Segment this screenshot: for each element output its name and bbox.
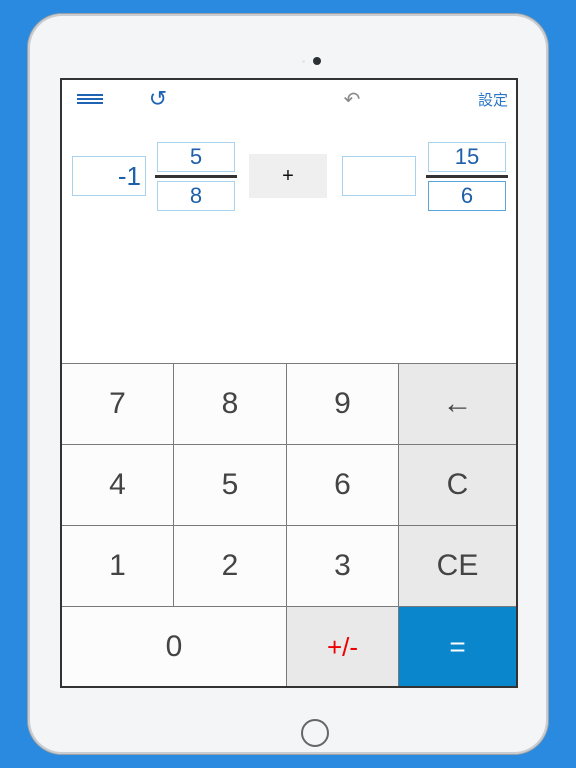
key-3[interactable]: 3 <box>287 526 399 607</box>
key-1[interactable]: 1 <box>62 526 174 607</box>
key-2[interactable]: 2 <box>174 526 287 607</box>
key-6[interactable]: 6 <box>287 445 399 526</box>
key-4[interactable]: 4 <box>62 445 174 526</box>
key-0[interactable]: 0 <box>62 607 287 686</box>
left-fraction-bar <box>155 175 237 178</box>
key-8[interactable]: 8 <box>174 364 287 445</box>
sensor <box>302 60 305 63</box>
undo-icon[interactable]: ↶ <box>340 88 364 111</box>
right-numerator-field[interactable]: 15 <box>428 142 506 172</box>
keypad: 7 8 9 ← 4 5 6 C 1 2 3 CE 0 +/- = <box>62 363 516 686</box>
key-7[interactable]: 7 <box>62 364 174 445</box>
refresh-icon[interactable]: ↺ <box>146 86 170 111</box>
key-5[interactable]: 5 <box>174 445 287 526</box>
right-denominator-field[interactable]: 6 <box>428 181 506 211</box>
backspace-key[interactable]: ← <box>399 364 516 445</box>
toolbar: ↺ ↶ 設定 <box>62 80 516 120</box>
calculator-screen: ↺ ↶ 設定 -1 5 8 + 15 6 7 8 9 ← 4 5 6 C 1 2… <box>60 78 518 688</box>
settings-button[interactable]: 設定 <box>478 88 508 110</box>
sign-toggle-key[interactable]: +/- <box>287 607 399 686</box>
right-fraction-bar <box>426 175 508 178</box>
clear-key[interactable]: C <box>399 445 516 526</box>
key-9[interactable]: 9 <box>287 364 399 445</box>
operator-button[interactable]: + <box>249 154 327 198</box>
equals-key[interactable]: = <box>399 607 516 686</box>
left-numerator-field[interactable]: 5 <box>157 142 235 172</box>
home-button[interactable] <box>301 719 329 747</box>
right-whole-field[interactable] <box>342 156 416 196</box>
left-whole-field[interactable]: -1 <box>72 156 146 196</box>
clear-entry-key[interactable]: CE <box>399 526 516 607</box>
front-camera <box>313 57 321 65</box>
left-denominator-field[interactable]: 8 <box>157 181 235 211</box>
menu-icon[interactable] <box>76 88 104 110</box>
